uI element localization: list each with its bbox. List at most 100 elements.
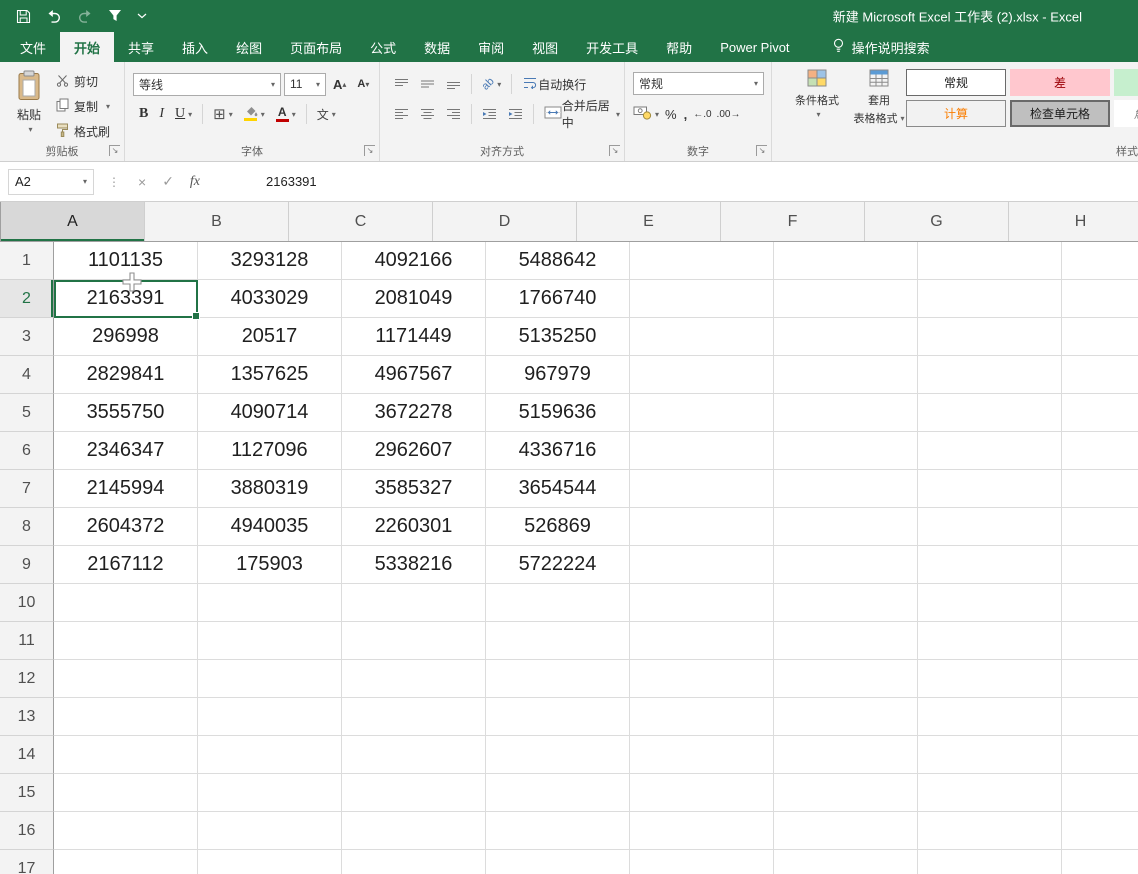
row-header-1[interactable]: 1 (0, 242, 54, 280)
fill-color-button[interactable]: ▾ (240, 103, 269, 126)
cell-G11[interactable] (918, 622, 1062, 660)
cell-C6[interactable]: 2962607 (342, 432, 486, 470)
cell-A13[interactable] (54, 698, 198, 736)
tab-share[interactable]: 共享 (114, 32, 168, 62)
increase-indent-button[interactable] (504, 103, 527, 126)
row-header-5[interactable]: 5 (0, 394, 54, 432)
decrease-indent-button[interactable] (478, 103, 501, 126)
cell-H6[interactable] (1062, 432, 1138, 470)
cell-D4[interactable]: 967979 (486, 356, 630, 394)
undo-button[interactable] (46, 9, 62, 23)
cell-H9[interactable] (1062, 546, 1138, 584)
cell-D1[interactable]: 5488642 (486, 242, 630, 280)
cell-H12[interactable] (1062, 660, 1138, 698)
cell-A4[interactable]: 2829841 (54, 356, 198, 394)
format-painter-button[interactable]: 格式刷 (56, 123, 110, 140)
row-header-10[interactable]: 10 (0, 584, 54, 622)
cancel-button[interactable]: × (130, 174, 154, 190)
cell-C2[interactable]: 2081049 (342, 280, 486, 318)
orientation-button[interactable]: ab ▾ (478, 73, 505, 96)
tab-data[interactable]: 数据 (410, 32, 464, 62)
italic-button[interactable]: I (155, 103, 168, 126)
tab-home[interactable]: 开始 (60, 32, 115, 62)
cell-H7[interactable] (1062, 470, 1138, 508)
cell-H16[interactable] (1062, 812, 1138, 850)
cell-A17[interactable] (54, 850, 198, 874)
cell-A2[interactable]: 2163391 (54, 280, 200, 320)
cell-F5[interactable] (774, 394, 918, 432)
cell-style-normal[interactable]: 常规 (906, 69, 1006, 96)
cell-style-explain[interactable]: 解释性文本 (1114, 100, 1138, 127)
cell-C17[interactable] (342, 850, 486, 874)
row-header-9[interactable]: 9 (0, 546, 54, 584)
align-top-button[interactable] (390, 73, 413, 96)
align-middle-button[interactable] (416, 73, 439, 96)
align-right-button[interactable] (442, 103, 465, 126)
cell-F6[interactable] (774, 432, 918, 470)
cell-A5[interactable]: 3555750 (54, 394, 198, 432)
comma-style-button[interactable]: , (681, 103, 691, 126)
cell-D9[interactable]: 5722224 (486, 546, 630, 584)
filter-button[interactable] (108, 9, 122, 23)
row-header-12[interactable]: 12 (0, 660, 54, 698)
cell-D12[interactable] (486, 660, 630, 698)
cell-H15[interactable] (1062, 774, 1138, 812)
wrap-text-button[interactable]: 自动换行 (518, 73, 590, 96)
cell-C7[interactable]: 3585327 (342, 470, 486, 508)
cell-D8[interactable]: 526869 (486, 508, 630, 546)
borders-button[interactable]: ⊞ ▾ (209, 103, 237, 126)
formula-input[interactable]: 2163391 (208, 174, 1138, 189)
cell-G10[interactable] (918, 584, 1062, 622)
column-header-C[interactable]: C (289, 202, 433, 241)
cell-G1[interactable] (918, 242, 1062, 280)
cell-G4[interactable] (918, 356, 1062, 394)
cell-style-calc[interactable]: 计算 (906, 100, 1006, 127)
cell-H14[interactable] (1062, 736, 1138, 774)
decrease-font-size-button[interactable]: A ▾ (353, 73, 373, 96)
cell-G7[interactable] (918, 470, 1062, 508)
increase-decimal-button[interactable]: ←.0 (691, 103, 713, 126)
cell-C15[interactable] (342, 774, 486, 812)
cell-B5[interactable]: 4090714 (198, 394, 342, 432)
cell-B1[interactable]: 3293128 (198, 242, 342, 280)
cell-F9[interactable] (774, 546, 918, 584)
cell-B10[interactable] (198, 584, 342, 622)
cell-H17[interactable] (1062, 850, 1138, 874)
cell-F4[interactable] (774, 356, 918, 394)
cell-E4[interactable] (630, 356, 774, 394)
number-format-select[interactable]: 常规 ▾ (633, 72, 764, 95)
tab-review[interactable]: 审阅 (464, 32, 518, 62)
cell-F12[interactable] (774, 660, 918, 698)
cell-G17[interactable] (918, 850, 1062, 874)
cell-C10[interactable] (342, 584, 486, 622)
column-header-B[interactable]: B (145, 202, 289, 241)
cell-F14[interactable] (774, 736, 918, 774)
cell-style-good[interactable]: 好 (1114, 69, 1138, 96)
cell-A12[interactable] (54, 660, 198, 698)
conditional-formatting-button[interactable]: 条件格式 ▾ (786, 69, 848, 119)
cell-C3[interactable]: 1171449 (342, 318, 486, 356)
cell-E2[interactable] (630, 280, 774, 318)
cell-H10[interactable] (1062, 584, 1138, 622)
cell-B16[interactable] (198, 812, 342, 850)
cell-B12[interactable] (198, 660, 342, 698)
cell-A1[interactable]: 1101135 (54, 242, 198, 280)
cell-B6[interactable]: 1127096 (198, 432, 342, 470)
cell-H2[interactable] (1062, 280, 1138, 318)
cell-D2[interactable]: 1766740 (486, 280, 630, 318)
formula-bar-splitter[interactable]: ⋮ (108, 175, 120, 189)
cell-B14[interactable] (198, 736, 342, 774)
tab-view[interactable]: 视图 (518, 32, 572, 62)
cell-style-check[interactable]: 检查单元格 (1010, 100, 1110, 127)
column-header-H[interactable]: H (1009, 202, 1138, 241)
cut-button[interactable]: 剪切 (56, 73, 110, 90)
cell-D16[interactable] (486, 812, 630, 850)
cell-B13[interactable] (198, 698, 342, 736)
cell-A8[interactable]: 2604372 (54, 508, 198, 546)
cell-C9[interactable]: 5338216 (342, 546, 486, 584)
cell-E3[interactable] (630, 318, 774, 356)
clipboard-dialog-launcher[interactable]: ↘ (109, 145, 120, 156)
cell-D13[interactable] (486, 698, 630, 736)
cell-C12[interactable] (342, 660, 486, 698)
accounting-format-button[interactable]: ▾ (631, 103, 661, 126)
